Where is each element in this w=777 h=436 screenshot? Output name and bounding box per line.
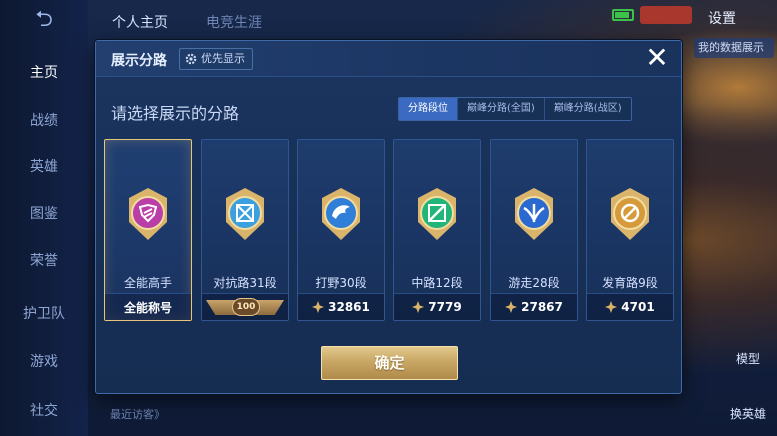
lane-display-modal: 展示分路 优先显示 ✕ 请选择展示的分路 分路段位 巅峰分路(全国) 巅峰分路(…	[95, 40, 682, 394]
roam-badge-icon	[515, 188, 553, 240]
lane-card-title: 游走28段	[508, 276, 560, 290]
close-icon[interactable]: ✕	[643, 44, 671, 73]
lane-card-title: 发育路9段	[602, 276, 658, 290]
clash-lane-badge-icon	[226, 188, 264, 240]
select-prompt: 请选择展示的分路	[111, 104, 240, 123]
sidebar-item-honor[interactable]: 荣誉	[0, 246, 88, 276]
tab-peak-region[interactable]: 巅峰分路(战区)	[544, 98, 631, 120]
sidebar-item-home[interactable]: 主页	[0, 58, 88, 88]
peak-points-icon	[605, 301, 618, 313]
lane-card-all-round[interactable]: 全能高手 全能称号	[104, 139, 192, 321]
modal-header: 展示分路 优先显示 ✕	[96, 41, 681, 77]
lane-card-points: 4701	[621, 300, 655, 314]
model-label[interactable]: 模型	[736, 350, 760, 367]
recent-visitors-label[interactable]: 最近访客》	[110, 406, 165, 422]
sidebar-item-guard[interactable]: 护卫队	[0, 299, 88, 329]
lane-card-title: 中路12段	[411, 276, 463, 290]
sidebar-item-codex[interactable]: 图鉴	[0, 199, 88, 229]
lane-card-footer-text: 全能称号	[123, 300, 172, 315]
lane-card-footer: 7779	[394, 293, 480, 320]
gear-icon	[185, 53, 197, 65]
priority-display-label: 优先显示	[201, 52, 245, 65]
tab-lane-rank[interactable]: 分路段位	[399, 98, 458, 120]
lane-cards: 全能高手 全能称号 对抗路31段 100 打野30段 32861 中路12段 7…	[104, 139, 675, 321]
lane-card-footer: 32861	[298, 293, 384, 320]
lane-card-title: 全能高手	[123, 276, 172, 290]
tab-esports-career[interactable]: 电竞生涯	[206, 12, 262, 32]
sidebar: ⮌ 主页 战绩 英雄 图鉴 荣誉 护卫队 游戏 社交	[0, 0, 88, 436]
lane-card-clash[interactable]: 对抗路31段 100	[201, 139, 289, 321]
lane-card-jungle[interactable]: 打野30段 32861	[297, 139, 385, 321]
peak-points-icon	[505, 301, 518, 313]
lane-card-mid[interactable]: 中路12段 7779	[393, 139, 481, 321]
lane-card-points: 7779	[428, 300, 462, 314]
peak-points-icon	[412, 301, 425, 313]
settings-button[interactable]: 设置	[708, 8, 736, 28]
change-hero-label[interactable]: 换英雄	[730, 405, 766, 422]
tab-personal-home[interactable]: 个人主页	[112, 12, 168, 32]
lane-card-title: 对抗路31段	[213, 276, 277, 290]
peak-points-icon	[312, 301, 325, 313]
mid-lane-badge-icon	[418, 188, 456, 240]
jungle-badge-icon	[322, 188, 360, 240]
priority-display-button[interactable]: 优先显示	[179, 48, 253, 70]
status-indicator	[640, 6, 692, 24]
lane-card-points: 27867	[521, 300, 563, 314]
all-round-badge-icon	[129, 188, 167, 240]
lane-card-footer: 27867	[491, 293, 577, 320]
lane-card-roam[interactable]: 游走28段 27867	[490, 139, 578, 321]
sidebar-item-games[interactable]: 游戏	[0, 347, 88, 377]
back-arrow-icon[interactable]: ⮌	[22, 8, 66, 32]
lane-card-points: 32861	[328, 300, 370, 314]
lane-tabs: 分路段位 巅峰分路(全国) 巅峰分路(战区)	[398, 97, 632, 121]
farm-lane-badge-icon	[611, 188, 649, 240]
tab-peak-national[interactable]: 巅峰分路(全国)	[458, 98, 545, 120]
battery-icon	[612, 9, 634, 21]
lane-card-farm[interactable]: 发育路9段 4701	[586, 139, 674, 321]
lane-card-footer: 全能称号	[105, 293, 191, 320]
lane-card-title: 打野30段	[315, 276, 367, 290]
data-display-tag[interactable]: 我的数据展示	[694, 38, 774, 58]
sidebar-item-record[interactable]: 战绩	[0, 106, 88, 136]
lane-card-footer: 4701	[587, 293, 673, 320]
rank-badge: 100	[232, 298, 260, 316]
modal-title: 展示分路	[111, 53, 167, 69]
sidebar-item-heroes[interactable]: 英雄	[0, 152, 88, 182]
sidebar-item-social[interactable]: 社交	[0, 396, 88, 426]
rank-banner: 100	[202, 293, 288, 320]
confirm-button[interactable]: 确定	[321, 346, 458, 380]
